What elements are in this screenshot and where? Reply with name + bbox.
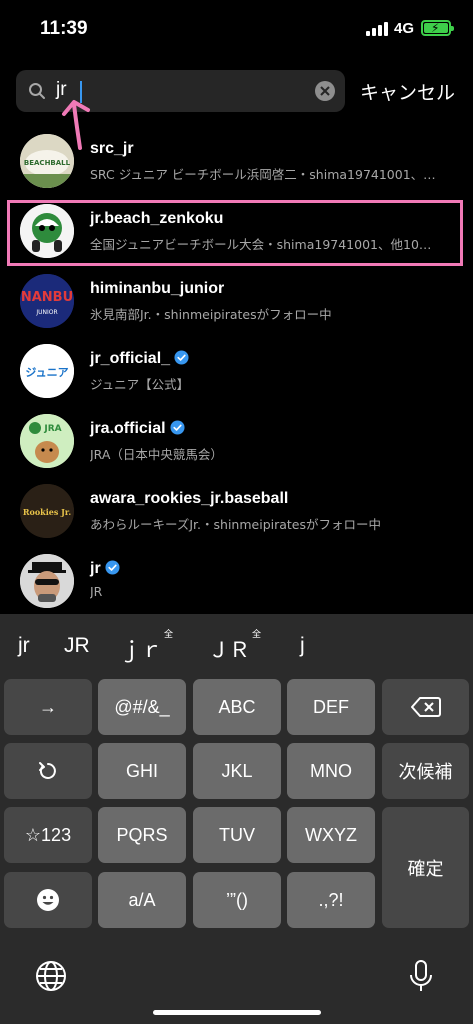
- result-row[interactable]: jr JR: [0, 546, 473, 614]
- result-subtitle: ジュニア【公式】: [90, 377, 190, 392]
- result-username-text: jra.official: [90, 420, 166, 437]
- cancel-button[interactable]: キャンセル: [360, 78, 455, 105]
- verified-badge-icon: [170, 420, 185, 435]
- result-username: jra.official: [90, 420, 185, 438]
- confirm-key[interactable]: 確定: [382, 807, 469, 928]
- result-username: jr_official_: [90, 350, 189, 368]
- punctuation-key[interactable]: ’”(): [193, 872, 281, 928]
- pqrs-key[interactable]: PQRS: [98, 807, 186, 863]
- full-width-mark: 全: [164, 629, 174, 639]
- result-subtitle: JR: [90, 584, 103, 599]
- suggestion-text: ｊｒ: [120, 639, 162, 662]
- abc-key[interactable]: ABC: [193, 679, 281, 735]
- text-cursor: [80, 81, 82, 103]
- suggestion-item[interactable]: ｊｒ全: [120, 629, 173, 664]
- ghi-key[interactable]: GHI: [98, 743, 186, 799]
- jkl-key[interactable]: JKL: [193, 743, 281, 799]
- result-subtitle: SRC ジュニア ビーチボール浜岡啓二・shima19741001、…: [90, 167, 436, 182]
- result-row[interactable]: ジュニア jr_official_ ジュニア【公式】: [0, 336, 473, 406]
- suggestion-text: ＪＲ: [208, 639, 250, 662]
- result-row[interactable]: Rookies Jr. awara_rookies_jr.baseball あわ…: [0, 476, 473, 546]
- delete-key[interactable]: [382, 679, 469, 735]
- network-label: 4G: [394, 20, 415, 37]
- avatar-text: ジュニア: [25, 366, 68, 379]
- avatar: [20, 204, 74, 258]
- signal-icon: [366, 22, 388, 36]
- result-row[interactable]: NANBU JUNIOR himinanbu_junior 氷見南部Jr.・sh…: [0, 266, 473, 336]
- emoji-key[interactable]: [4, 872, 92, 928]
- result-row[interactable]: JRA jra.official JRA（日本中央競馬会）: [0, 406, 473, 476]
- wxyz-key[interactable]: WXYZ: [287, 807, 375, 863]
- result-row[interactable]: BEACHBALL src_jr SRC ジュニア ビーチボール浜岡啓二・shi…: [0, 126, 473, 196]
- suggestion-bar: jr JR ｊｒ全 ＪＲ全 j: [0, 614, 473, 676]
- battery-icon: ⚡: [421, 20, 454, 36]
- result-subtitle: 全国ジュニアビーチボール大会・shima19741001、他10…: [90, 237, 432, 252]
- result-subtitle: JRA（日本中央競馬会）: [90, 447, 223, 462]
- emoji-icon: [37, 889, 59, 911]
- avatar: ジュニア: [20, 344, 74, 398]
- result-username: jr: [90, 560, 120, 578]
- result-username: jr.beach_zenkoku: [90, 210, 224, 227]
- suggestion-item[interactable]: jr: [18, 634, 30, 658]
- status-bar: 11:39 4G ⚡: [0, 0, 473, 56]
- verified-badge-icon: [174, 350, 189, 365]
- avatar: JRA: [20, 414, 74, 468]
- suggestion-item[interactable]: j: [300, 634, 305, 658]
- globe-icon[interactable]: [33, 958, 69, 994]
- arrow-key[interactable]: →: [4, 679, 92, 735]
- avatar-text: NANBU: [21, 290, 73, 305]
- verified-badge-icon: [105, 560, 120, 575]
- result-username: himinanbu_junior: [90, 280, 225, 297]
- tuv-key[interactable]: TUV: [193, 807, 281, 863]
- mno-key[interactable]: MNO: [287, 743, 375, 799]
- suggestion-item[interactable]: JR: [64, 634, 90, 658]
- next-candidate-key[interactable]: 次候補: [382, 743, 469, 799]
- avatar: Rookies Jr.: [20, 484, 74, 538]
- result-username: awara_rookies_jr.baseball: [90, 490, 289, 507]
- symbols-key[interactable]: @#/&_: [98, 679, 186, 735]
- close-icon: [320, 86, 330, 96]
- result-username-text: jr_official_: [90, 350, 171, 367]
- status-time: 11:39: [40, 18, 88, 39]
- undo-key[interactable]: [4, 743, 92, 799]
- suggestion-item[interactable]: ＪＲ全: [208, 629, 261, 664]
- punctuation-key-2[interactable]: .,?!: [287, 872, 375, 928]
- avatar-text: BEACHBALL: [24, 159, 71, 167]
- result-subtitle: あわらルーキーズJr.・shinmeipiratesがフォロー中: [90, 517, 382, 532]
- full-width-mark: 全: [252, 629, 262, 639]
- result-username: src_jr: [90, 140, 134, 157]
- def-key[interactable]: DEF: [287, 679, 375, 735]
- avatar: BEACHBALL: [20, 134, 74, 188]
- clear-search-button[interactable]: [315, 81, 335, 101]
- avatar: [20, 554, 74, 608]
- search-row: jr キャンセル: [0, 66, 473, 116]
- home-indicator: [153, 1010, 321, 1015]
- search-icon: [29, 83, 45, 99]
- backspace-icon: [410, 697, 441, 717]
- number-mode-key[interactable]: ☆123: [4, 807, 92, 863]
- result-subtitle: 氷見南部Jr.・shinmeipiratesがフォロー中: [90, 307, 332, 322]
- result-username-text: jr: [90, 560, 101, 577]
- undo-icon: [39, 762, 56, 779]
- keyboard: jr JR ｊｒ全 ＪＲ全 j → @#/&_ ABC DEF GHI JKL …: [0, 614, 473, 1024]
- avatar-text: Rookies Jr.: [23, 507, 72, 517]
- search-results-list: BEACHBALL src_jr SRC ジュニア ビーチボール浜岡啓二・shi…: [0, 126, 473, 614]
- case-toggle-key[interactable]: a/A: [98, 872, 186, 928]
- search-input[interactable]: jr: [16, 70, 345, 112]
- avatar: NANBU JUNIOR: [20, 274, 74, 328]
- result-row[interactable]: jr.beach_zenkoku 全国ジュニアビーチボール大会・shima197…: [0, 196, 473, 266]
- avatar-subtext: JUNIOR: [35, 309, 57, 316]
- microphone-icon[interactable]: [403, 958, 439, 994]
- search-query: jr: [56, 79, 67, 100]
- avatar-text: JRA: [43, 424, 61, 434]
